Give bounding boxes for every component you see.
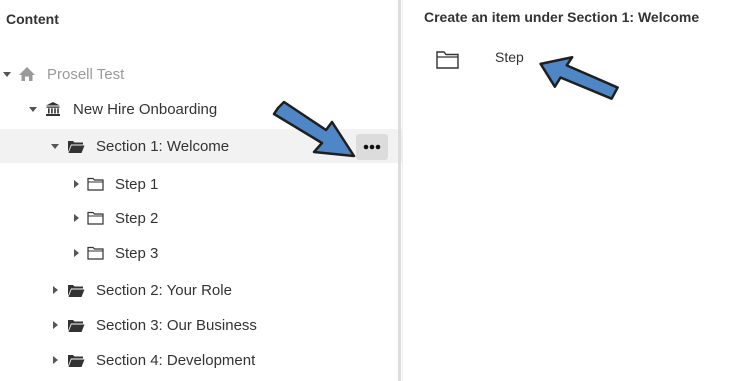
create-item-title: Create an item under Section 1: Welcome — [424, 9, 700, 25]
tree-item-label: Step 1 — [115, 175, 159, 193]
tree-item-label: Section 4: Development — [96, 351, 256, 369]
tree-item-label: Section 2: Your Role — [96, 281, 232, 299]
panel-title: Content — [6, 11, 59, 27]
tree-item-label: Section 3: Our Business — [96, 316, 257, 334]
content-tree-panel: Content Prosell Test New Hire Onboarding… — [0, 0, 448, 381]
caret-right-icon[interactable] — [71, 214, 81, 222]
folder-outline-icon — [85, 208, 105, 228]
folder-open-icon — [66, 136, 86, 156]
folder-outline-icon — [436, 50, 459, 69]
tree-item-label: Section 1: Welcome — [96, 137, 230, 155]
create-step-label: Step — [495, 48, 524, 65]
institution-icon — [43, 99, 63, 119]
ellipsis-icon — [363, 144, 381, 150]
folder-open-icon — [66, 350, 86, 370]
tree-item-label: Step 3 — [115, 244, 159, 262]
create-step-option[interactable]: Step — [436, 48, 524, 69]
tree-item-label: Prosell Test — [47, 65, 125, 83]
tree-item-label: New Hire Onboarding — [73, 100, 218, 118]
tree-item-section-4-development[interactable]: Section 4: Development — [0, 343, 448, 377]
panel-divider[interactable] — [398, 0, 401, 381]
caret-right-icon[interactable] — [50, 356, 60, 364]
callout-arrow-icon — [539, 56, 619, 100]
caret-down-icon[interactable] — [2, 70, 12, 78]
caret-right-icon[interactable] — [50, 321, 60, 329]
folder-open-icon — [66, 315, 86, 335]
create-item-panel: Create an item under Section 1: Welcome … — [403, 0, 741, 381]
tree-item-label: Step 2 — [115, 209, 159, 227]
tree-item-new-hire-onboarding[interactable]: New Hire Onboarding — [0, 92, 426, 126]
caret-down-icon[interactable] — [28, 105, 38, 113]
folder-outline-icon — [85, 243, 105, 263]
home-icon — [17, 64, 37, 84]
tree-item-prosell-test[interactable]: Prosell Test — [0, 57, 400, 91]
tree-item-section-2-your-role[interactable]: Section 2: Your Role — [0, 273, 448, 307]
folder-outline-icon — [85, 174, 105, 194]
caret-down-icon[interactable] — [50, 142, 60, 150]
caret-right-icon[interactable] — [71, 180, 81, 188]
folder-open-icon — [66, 280, 86, 300]
tree-item-section-3-our-business[interactable]: Section 3: Our Business — [0, 308, 448, 342]
caret-right-icon[interactable] — [50, 286, 60, 294]
caret-right-icon[interactable] — [71, 249, 81, 257]
more-actions-button[interactable] — [356, 134, 388, 160]
